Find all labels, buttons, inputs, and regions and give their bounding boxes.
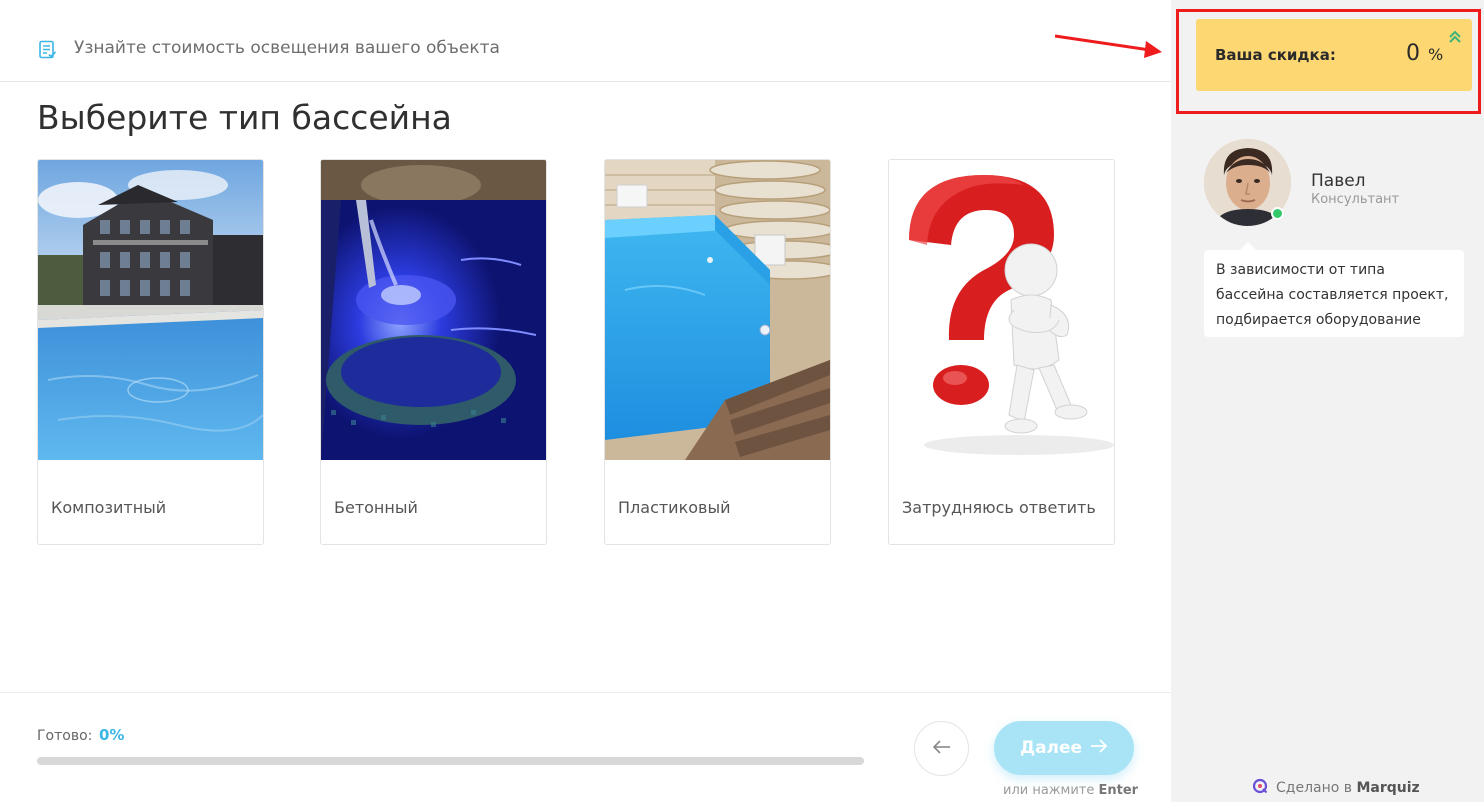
option-label: Композитный xyxy=(51,498,167,517)
question-title: Выберите тип бассейна xyxy=(37,98,452,137)
checklist-icon xyxy=(38,40,58,60)
next-button-label: Далее xyxy=(1019,738,1083,758)
message-bubble-tail xyxy=(1240,242,1256,250)
enter-hint-key: Enter xyxy=(1098,783,1139,798)
made-by-prefix: Сделано в xyxy=(1276,780,1353,796)
question-mark-figure-image xyxy=(889,160,1114,460)
option-label: Затрудняюсь ответить xyxy=(902,498,1096,517)
consultant-role: Консультант xyxy=(1311,192,1400,207)
red-arrow-annotation xyxy=(1050,30,1165,64)
discount-value: 0 xyxy=(1406,41,1420,66)
discount-unit: % xyxy=(1428,45,1444,64)
option-card-concrete[interactable]: Бетонный xyxy=(320,159,547,545)
online-status-indicator xyxy=(1271,207,1284,220)
option-card-plastic[interactable]: Пластиковый xyxy=(604,159,831,545)
discount-panel[interactable]: Ваша скидка: 0 % xyxy=(1196,19,1472,91)
sidebar xyxy=(1171,0,1484,802)
option-card-unsure[interactable]: Затрудняюсь ответить xyxy=(888,159,1115,545)
footer-divider xyxy=(0,692,1171,693)
quiz-main: Узнайте стоимость освещения вашего объек… xyxy=(0,0,1171,802)
concrete-pool-photo xyxy=(321,160,546,460)
arrow-left-icon xyxy=(932,739,952,758)
quiz-header-title: Узнайте стоимость освещения вашего объек… xyxy=(74,38,500,58)
made-by-brand: Marquiz xyxy=(1356,780,1420,796)
option-label: Бетонный xyxy=(334,498,418,517)
back-button[interactable] xyxy=(914,721,969,776)
marquiz-logo-icon xyxy=(1252,778,1268,798)
progress-bar xyxy=(37,757,864,765)
made-by-link[interactable]: Сделано в Marquiz xyxy=(1252,778,1420,798)
progress-label: Готово: xyxy=(37,728,93,744)
quiz-header: Узнайте стоимость освещения вашего объек… xyxy=(0,0,1171,82)
discount-label: Ваша скидка: xyxy=(1215,46,1336,64)
next-button[interactable]: Далее xyxy=(994,721,1134,775)
consultant-message: В зависимости от типа бассейна составляе… xyxy=(1204,250,1464,337)
enter-hint-prefix: или нажмите xyxy=(1003,783,1095,798)
enter-hint: или нажмите Enter xyxy=(1003,783,1138,798)
consultant-name: Павел xyxy=(1311,171,1366,191)
double-chevron-up-icon[interactable] xyxy=(1448,29,1462,45)
option-card-composite[interactable]: Композитный xyxy=(37,159,264,545)
option-label: Пластиковый xyxy=(618,498,731,517)
plastic-pool-photo xyxy=(605,160,830,460)
arrow-right-icon xyxy=(1090,738,1108,758)
composite-pool-photo xyxy=(38,160,263,460)
progress-value: 0% xyxy=(99,726,125,744)
